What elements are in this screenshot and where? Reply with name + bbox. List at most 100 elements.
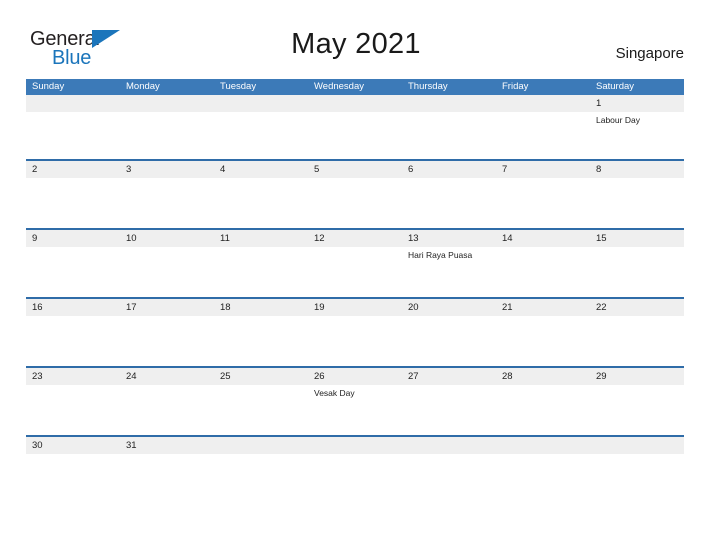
day-cell [120, 316, 214, 366]
day-number[interactable]: 16 [26, 299, 120, 316]
day-number[interactable]: 18 [214, 299, 308, 316]
day-cell [214, 112, 308, 159]
day-number[interactable]: 22 [590, 299, 684, 316]
day-number-empty [308, 95, 402, 112]
day-cell [120, 454, 214, 474]
weekday-header-monday: Monday [126, 81, 160, 92]
day-number[interactable]: 8 [590, 161, 684, 178]
day-number[interactable]: 20 [402, 299, 496, 316]
day-number[interactable]: 14 [496, 230, 590, 247]
day-number[interactable]: 4 [214, 161, 308, 178]
day-number[interactable]: 25 [214, 368, 308, 385]
day-cell [26, 112, 120, 159]
week-date-number-band: 2345678 [26, 161, 684, 178]
day-number[interactable]: 7 [496, 161, 590, 178]
page-header: General Blue May 2021 Singapore [0, 0, 712, 69]
day-cell-with-event[interactable]: Vesak Day [308, 385, 402, 435]
day-number[interactable]: 2 [26, 161, 120, 178]
weekday-header-sunday: Sunday [32, 81, 65, 92]
day-number[interactable]: 31 [120, 437, 214, 454]
weekday-header-friday: Friday [502, 81, 529, 92]
calendar-weeks: 1 Labour Day 2 3 4 5 6 7 8 9 10 11 12 13 14 15 Hari Raya… [26, 95, 684, 474]
day-number[interactable]: 10 [120, 230, 214, 247]
day-number[interactable]: 29 [590, 368, 684, 385]
day-number[interactable]: 30 [26, 437, 120, 454]
day-cell [26, 247, 120, 297]
calendar-week-row: 16 17 18 19 20 21 22 [26, 297, 684, 366]
day-number[interactable]: 28 [496, 368, 590, 385]
day-cell [402, 112, 496, 159]
day-cell [590, 385, 684, 435]
calendar-page: General Blue May 2021 Singapore Sunday Mo… [0, 0, 712, 550]
region-label: Singapore [615, 45, 684, 62]
day-number[interactable]: 5 [308, 161, 402, 178]
day-number[interactable]: 24 [120, 368, 214, 385]
day-cell [590, 454, 684, 474]
day-cell [120, 385, 214, 435]
day-number-empty [496, 95, 590, 112]
day-cell [214, 247, 308, 297]
day-number-empty [26, 95, 120, 112]
week-event-band: Vesak Day [26, 385, 684, 435]
day-number-empty [308, 437, 402, 454]
holiday-event-label: Hari Raya Puasa [408, 250, 473, 260]
day-cell [496, 454, 590, 474]
day-number[interactable]: 9 [26, 230, 120, 247]
day-cell [214, 178, 308, 228]
day-cell [308, 247, 402, 297]
day-cell [590, 178, 684, 228]
weekday-header-row: Sunday Monday Tuesday Wednesday Thursday Frid… [26, 79, 684, 95]
day-number[interactable]: 3 [120, 161, 214, 178]
day-cell [496, 316, 590, 366]
day-number[interactable]: 21 [496, 299, 590, 316]
day-number[interactable]: 6 [402, 161, 496, 178]
calendar-week-row: 9 10 11 12 13 14 15 Hari Raya Puasa [26, 228, 684, 297]
day-cell-with-event[interactable]: Labour Day [590, 112, 684, 159]
weekday-header-wednesday: Wednesday [314, 81, 364, 92]
day-cell [496, 178, 590, 228]
calendar-week-row: 30 31 [26, 435, 684, 474]
day-cell [120, 178, 214, 228]
week-date-number-band: 23 24 25 26 27 28 29 [26, 368, 684, 385]
day-cell [308, 316, 402, 366]
day-number[interactable]: 12 [308, 230, 402, 247]
holiday-event-label: Labour Day [596, 115, 640, 125]
week-event-band: Labour Day [26, 112, 684, 159]
day-cell [590, 316, 684, 366]
day-cell [214, 454, 308, 474]
day-cell [120, 112, 214, 159]
calendar-week-row: 1 Labour Day [26, 95, 684, 159]
day-number[interactable]: 11 [214, 230, 308, 247]
day-number[interactable]: 19 [308, 299, 402, 316]
day-cell [308, 454, 402, 474]
day-number[interactable]: 26 [308, 368, 402, 385]
day-number-empty [214, 95, 308, 112]
day-number[interactable]: 23 [26, 368, 120, 385]
week-date-number-band: 30 31 [26, 437, 684, 454]
week-date-number-band: 16 17 18 19 20 21 22 [26, 299, 684, 316]
day-number[interactable]: 27 [402, 368, 496, 385]
day-cell [214, 316, 308, 366]
day-number-empty [402, 437, 496, 454]
day-cell [402, 316, 496, 366]
day-number[interactable]: 13 [402, 230, 496, 247]
week-event-band: Hari Raya Puasa [26, 247, 684, 297]
day-cell [308, 112, 402, 159]
day-cell [214, 385, 308, 435]
day-cell-with-event[interactable]: Hari Raya Puasa [402, 247, 496, 297]
day-number-empty [402, 95, 496, 112]
page-title: May 2021 [291, 28, 421, 60]
calendar-week-row: 2345678 [26, 159, 684, 228]
day-number[interactable]: 15 [590, 230, 684, 247]
day-cell [496, 247, 590, 297]
week-event-band [26, 178, 684, 228]
day-cell [120, 247, 214, 297]
day-number[interactable]: 17 [120, 299, 214, 316]
day-cell [590, 247, 684, 297]
weekday-header-tuesday: Tuesday [220, 81, 257, 92]
calendar-week-row: 23 24 25 26 27 28 29 Vesak Day [26, 366, 684, 435]
day-number[interactable]: 1 [590, 95, 684, 112]
week-date-number-band: 9 10 11 12 13 14 15 [26, 230, 684, 247]
day-number-empty [590, 437, 684, 454]
day-cell [402, 385, 496, 435]
